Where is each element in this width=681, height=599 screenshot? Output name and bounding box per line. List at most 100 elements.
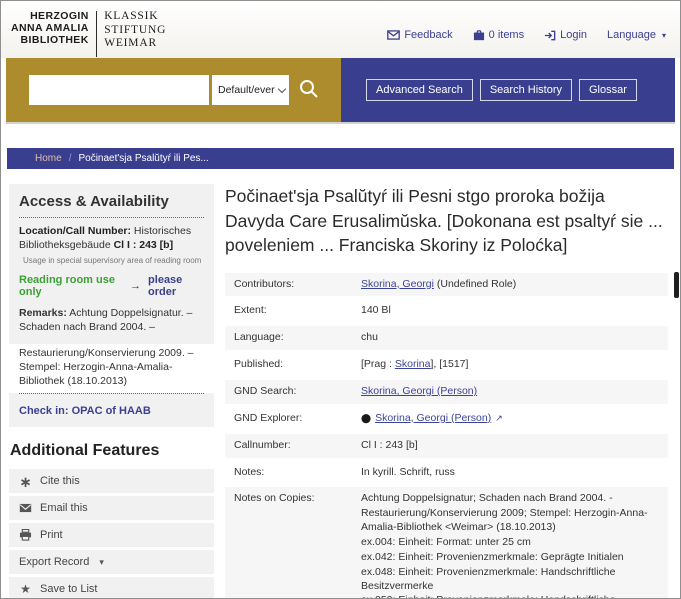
- logo-line: HERZOGIN: [11, 10, 89, 22]
- please-order-link[interactable]: please order: [148, 274, 204, 298]
- row-value: Achtung Doppelsignatur; Schaden nach Bra…: [361, 492, 659, 599]
- chevron-down-icon: ▾: [662, 31, 666, 40]
- row-label: GND Search:: [234, 385, 361, 399]
- opac-checkin-link[interactable]: Check in: OPAC of HAAB: [19, 405, 151, 417]
- login-link[interactable]: Login: [544, 29, 587, 41]
- logo-line: BIBLIOTHEK: [11, 34, 89, 46]
- gnd-globe-icon: ⬤: [361, 413, 371, 423]
- search-submit-button[interactable]: [298, 78, 320, 103]
- email-icon: [19, 503, 32, 513]
- arrow-right-icon: →: [130, 280, 141, 292]
- export-record-button[interactable]: Export Record ▾: [9, 550, 214, 574]
- row-value: Cl I : 243 [b]: [361, 439, 659, 453]
- detail-row-notes: Notes: In kyrill. Schrift, russ: [225, 461, 668, 485]
- login-label: Login: [560, 29, 587, 41]
- book-bag-link[interactable]: 0 items: [473, 29, 524, 41]
- row-label: Notes on Copies:: [234, 492, 361, 599]
- search-icon: [298, 88, 320, 103]
- search-area: Default/everyt: [6, 58, 341, 122]
- callnumber-value: Cl I : 243 [b]: [114, 239, 174, 251]
- sidebar: Access & Availability Location/Call Numb…: [9, 184, 214, 599]
- row-label: GND Explorer:: [234, 412, 361, 426]
- contributor-role: (Undefined Role): [434, 278, 516, 290]
- access-availability-box: Access & Availability Location/Call Numb…: [9, 184, 214, 344]
- search-type-select-wrap: Default/everyt: [212, 75, 289, 105]
- items-count-label: 0 items: [489, 29, 524, 41]
- logo-line: KLASSIK: [104, 10, 166, 24]
- language-label: Language: [607, 29, 656, 41]
- contributor-link[interactable]: Skorina, Georgi: [361, 278, 434, 290]
- published-prefix: [Prag :: [361, 358, 395, 370]
- row-value: ⬤ Skorina, Georgi (Person) ↗: [361, 412, 659, 426]
- gnd-explorer-link[interactable]: Skorina, Georgi (Person): [375, 412, 491, 424]
- gnd-search-link[interactable]: Skorina, Georgi (Person): [361, 385, 477, 397]
- remarks-continued: Restaurierung/Konservierung 2009. – Stem…: [9, 344, 214, 393]
- top-nav: Feedback 0 items Login Language ▾: [387, 12, 666, 58]
- logo-line: STIFTUNG: [104, 24, 166, 38]
- feedback-link[interactable]: Feedback: [387, 29, 452, 41]
- row-value: In kyrill. Schrift, russ: [361, 466, 659, 480]
- glossary-button[interactable]: Glossar: [579, 79, 637, 101]
- detail-row-extent: Extent: 140 Bl: [225, 299, 668, 323]
- detail-row-gnd-explorer: GND Explorer: ⬤ Skorina, Georgi (Person) ↗: [225, 407, 668, 431]
- detail-row-contributors: Contributors: Skorina, Georgi (Undefined…: [225, 273, 668, 297]
- search-type-select[interactable]: Default/everyt: [212, 75, 289, 105]
- row-label: Contributors:: [234, 278, 361, 292]
- location-callnumber: Location/Call Number: Historisches Bibli…: [19, 225, 204, 253]
- action-label: Email this: [40, 502, 88, 514]
- search-input[interactable]: [29, 75, 209, 105]
- detail-row-language: Language: chu: [225, 326, 668, 350]
- library-logo: HERZOGIN ANNA AMALIA BIBLIOTHEK KLASSIK …: [11, 10, 166, 58]
- action-label: Print: [40, 529, 63, 541]
- breadcrumb-home-link[interactable]: Home: [35, 153, 62, 164]
- publisher-link[interactable]: Skorina: [395, 358, 431, 370]
- row-label: Callnumber:: [234, 439, 361, 453]
- remarks-label: Remarks:: [19, 307, 67, 319]
- action-label: Export Record: [19, 556, 89, 568]
- row-label: Notes:: [234, 466, 361, 480]
- search-nav-area: Advanced Search Search History Glossar: [341, 58, 675, 122]
- checkin-inner: Check in: OPAC of HAAB: [19, 393, 204, 427]
- external-link-icon: ↗: [495, 413, 503, 423]
- advanced-search-button[interactable]: Advanced Search: [366, 79, 473, 101]
- logo-divider: [96, 11, 98, 57]
- logo-foundation-name: KLASSIK STIFTUNG WEIMAR: [104, 10, 166, 51]
- detail-row-gnd-search: GND Search: Skorina, Georgi (Person): [225, 380, 668, 404]
- email-this-button[interactable]: Email this: [9, 496, 214, 520]
- access-availability-title: Access & Availability: [19, 193, 204, 218]
- row-label: Language:: [234, 331, 361, 345]
- checkin-box: Check in: OPAC of HAAB: [9, 393, 214, 427]
- action-label: Save to List: [40, 583, 97, 595]
- cite-this-button[interactable]: ∗ Cite this: [9, 469, 214, 493]
- breadcrumb: Home / Počinaet'sja Psalŭtyŕ ili Pes...: [7, 148, 674, 169]
- sign-in-icon: [544, 30, 556, 41]
- remarks: Remarks: Achtung Doppelsignatur. – Schad…: [19, 307, 204, 335]
- copy-note: ex.050: Einheit: Provenienzmerkmale: Han…: [361, 594, 659, 599]
- chevron-down-icon: ▾: [99, 557, 104, 568]
- logo-library-name: HERZOGIN ANNA AMALIA BIBLIOTHEK: [11, 10, 89, 46]
- feedback-label: Feedback: [404, 29, 452, 41]
- copy-note: Achtung Doppelsignatur; Schaden nach Bra…: [361, 492, 659, 506]
- scrollbar-thumb[interactable]: [674, 272, 679, 298]
- logo-line: WEIMAR: [104, 37, 166, 51]
- detail-row-callnumber: Callnumber: Cl I : 243 [b]: [225, 434, 668, 458]
- row-value: [Prag : Skorina], [1517]: [361, 358, 659, 372]
- top-header: HERZOGIN ANNA AMALIA BIBLIOTHEK KLASSIK …: [1, 1, 680, 58]
- language-menu[interactable]: Language ▾: [607, 29, 666, 41]
- opac-record-page: HERZOGIN ANNA AMALIA BIBLIOTHEK KLASSIK …: [0, 0, 681, 599]
- save-to-list-button[interactable]: ★ Save to List: [9, 577, 214, 599]
- logo-line: ANNA AMALIA: [11, 22, 89, 34]
- print-button[interactable]: Print: [9, 523, 214, 547]
- row-label: Published:: [234, 358, 361, 372]
- detail-row-notes-on-copies: Notes on Copies: Achtung Doppelsignatur;…: [225, 487, 668, 599]
- copy-note: ex.042: Einheit: Provenienzmerkmale: Gep…: [361, 551, 659, 565]
- additional-features-title: Additional Features: [10, 442, 214, 460]
- record-detail: Počinaet'sja Psalŭtyŕ ili Pesni stgo pro…: [225, 184, 672, 599]
- availability-status-line: Reading room use only → please order: [19, 274, 204, 298]
- usage-note: Usage in special supervisory area of rea…: [23, 256, 204, 265]
- envelope-icon: [387, 30, 400, 40]
- print-icon: [19, 529, 32, 541]
- search-history-button[interactable]: Search History: [480, 79, 572, 101]
- cite-icon: ∗: [19, 475, 32, 490]
- breadcrumb-separator: /: [69, 153, 72, 164]
